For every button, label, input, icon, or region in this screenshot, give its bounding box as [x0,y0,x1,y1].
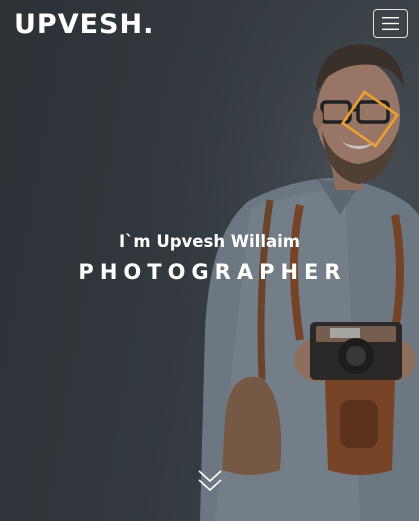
menu-toggle-button[interactable] [373,9,408,38]
hamburger-icon [382,17,399,30]
double-chevron-down-icon [198,470,222,492]
hero-section: UPVESH. I`m Upvesh Willaim PHOTOGRAPHER [0,0,419,521]
brand-logo[interactable]: UPVESH. [14,9,154,40]
hero-role: PHOTOGRAPHER [78,260,347,284]
hero-intro: I`m Upvesh Willaim [119,232,300,251]
scroll-down-button[interactable] [196,468,224,494]
